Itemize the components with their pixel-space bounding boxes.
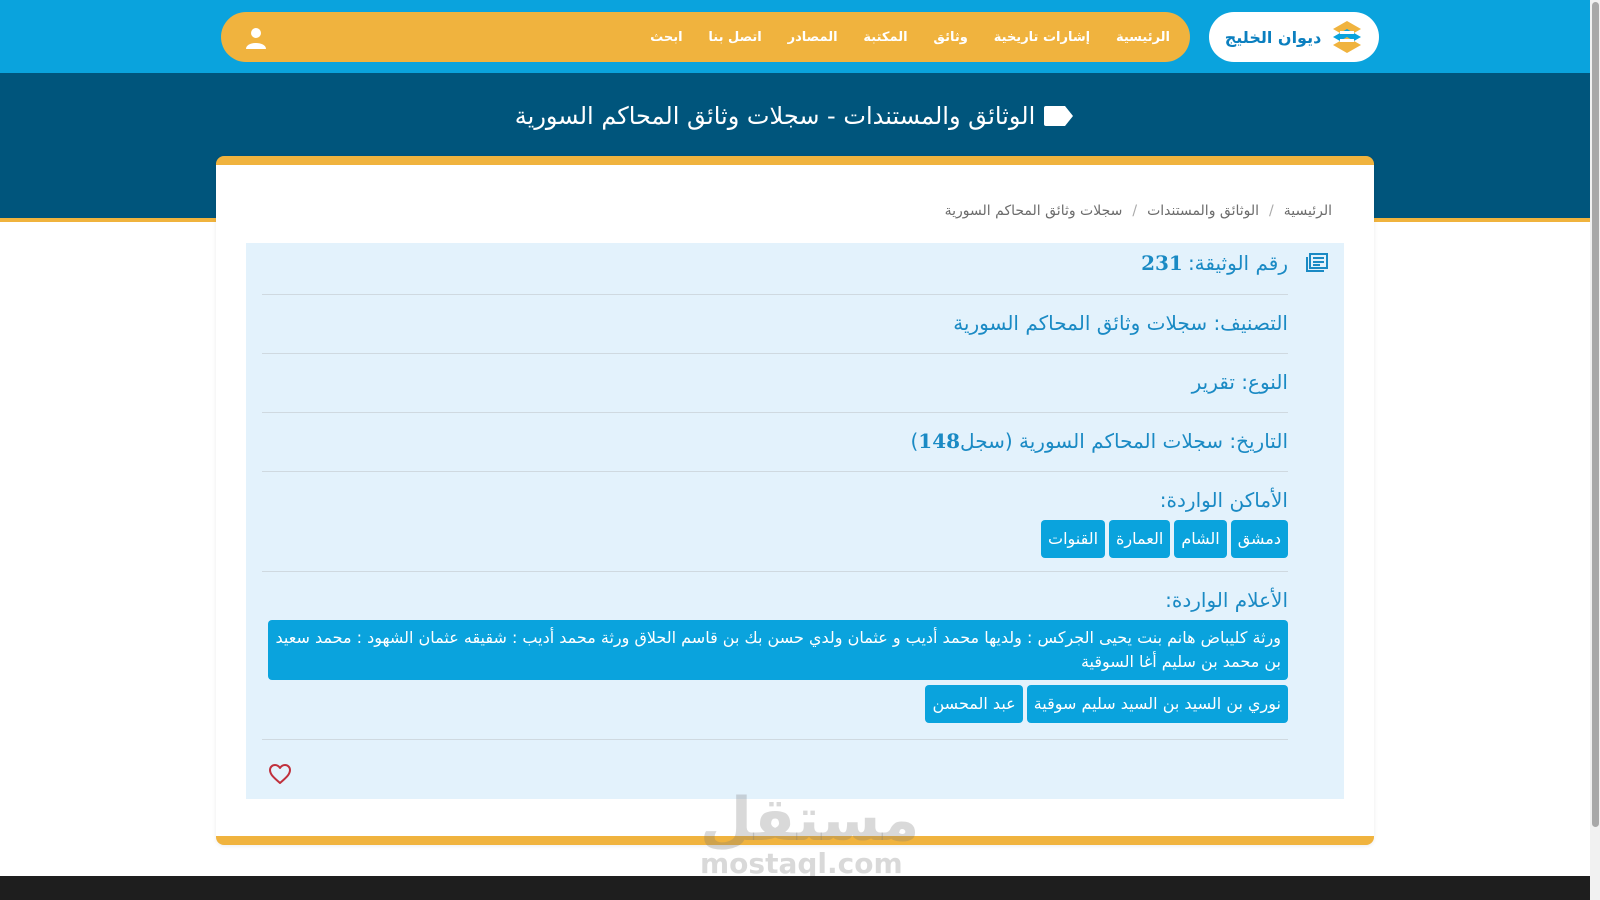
places-tags: دمشق الشام العمارة القنوات xyxy=(262,520,1288,558)
nav-search[interactable]: ابحث xyxy=(650,30,682,45)
logo-icon xyxy=(1333,21,1362,53)
nav-historical-references[interactable]: إشارات تاريخية xyxy=(994,30,1090,45)
breadcrumb-current: سجلات وثائق المحاكم السورية xyxy=(944,203,1123,219)
date-label: التاريخ: سجلات المحاكم السورية (سجل xyxy=(960,429,1288,453)
breadcrumb-separator: / xyxy=(1269,203,1274,219)
breadcrumb-home[interactable]: الرئيسية xyxy=(1284,203,1332,219)
place-tag[interactable]: العمارة xyxy=(1109,520,1171,558)
places-label: الأماكن الواردة: xyxy=(1159,488,1288,512)
breadcrumb-documents[interactable]: الوثائق والمستندات xyxy=(1147,203,1259,219)
type-row: النوع: تقرير xyxy=(262,354,1288,413)
site-logo[interactable]: ديوان الخليج xyxy=(1209,12,1379,62)
scrollbar-thumb[interactable] xyxy=(1592,2,1599,827)
place-tag[interactable]: الشام xyxy=(1174,520,1227,558)
people-tags: نوري بن السيد بن السيد سليم سوقية عبد ال… xyxy=(262,685,1288,723)
people-row: الأعلام الواردة: ورثة كليباض هانم بنت يح… xyxy=(262,572,1288,740)
document-number-label: رقم الوثيقة: xyxy=(1187,251,1288,275)
document-number: 231 xyxy=(1141,251,1183,275)
main-nav: الرئيسية إشارات تاريخية وثائق المكتبة ال… xyxy=(640,12,1180,62)
person-tag[interactable]: عبد المحسن xyxy=(925,685,1023,723)
nav-documents[interactable]: وثائق xyxy=(933,30,967,45)
page-title-row: الوثائق والمستندات - سجلات وثائق المحاكم… xyxy=(0,96,1590,136)
footer xyxy=(0,876,1590,900)
breadcrumb: الرئيسية / الوثائق والمستندات / سجلات وث… xyxy=(240,203,1332,219)
page-title: الوثائق والمستندات - سجلات وثائق المحاكم… xyxy=(514,102,1036,130)
places-row: الأماكن الواردة: دمشق الشام العمارة القن… xyxy=(262,472,1288,572)
place-tag[interactable]: القنوات xyxy=(1041,520,1106,558)
type-text: النوع: تقرير xyxy=(1191,370,1288,394)
register-number: 148 xyxy=(918,429,961,453)
user-icon[interactable] xyxy=(244,26,268,50)
tag-icon xyxy=(1044,106,1074,126)
document-number-row: رقم الوثيقة: 231 xyxy=(262,248,1288,295)
logo-text: ديوان الخليج xyxy=(1224,27,1322,47)
classification-row: التصنيف: سجلات وثائق المحاكم السورية xyxy=(262,295,1288,354)
people-label: الأعلام الواردة: xyxy=(1165,588,1288,612)
breadcrumb-separator: / xyxy=(1132,203,1138,219)
person-tag-long[interactable]: ورثة كليباض هانم بنت يحيى الجركس : ولديه… xyxy=(268,620,1288,680)
nav-library[interactable]: المكتبة xyxy=(863,30,907,45)
watermark-arabic: مستقل xyxy=(700,785,920,855)
nav-sources[interactable]: المصادر xyxy=(788,30,838,45)
favorite-heart-icon[interactable] xyxy=(268,763,292,785)
date-row: التاريخ: سجلات المحاكم السورية (سجل148) xyxy=(262,413,1288,472)
date-text: التاريخ: سجلات المحاكم السورية (سجل148) xyxy=(910,429,1288,453)
document-icon xyxy=(1306,253,1328,272)
classification-text: التصنيف: سجلات وثائق المحاكم السورية xyxy=(953,311,1288,335)
nav-contact[interactable]: اتصل بنا xyxy=(708,30,761,45)
place-tag[interactable]: دمشق xyxy=(1230,520,1288,558)
watermark-url: mostaql.com xyxy=(700,847,903,880)
watermark: مستقل mostaql.com xyxy=(700,785,920,880)
nav-home[interactable]: الرئيسية xyxy=(1116,30,1170,45)
person-tag[interactable]: نوري بن السيد بن السيد سليم سوقية xyxy=(1026,685,1288,723)
